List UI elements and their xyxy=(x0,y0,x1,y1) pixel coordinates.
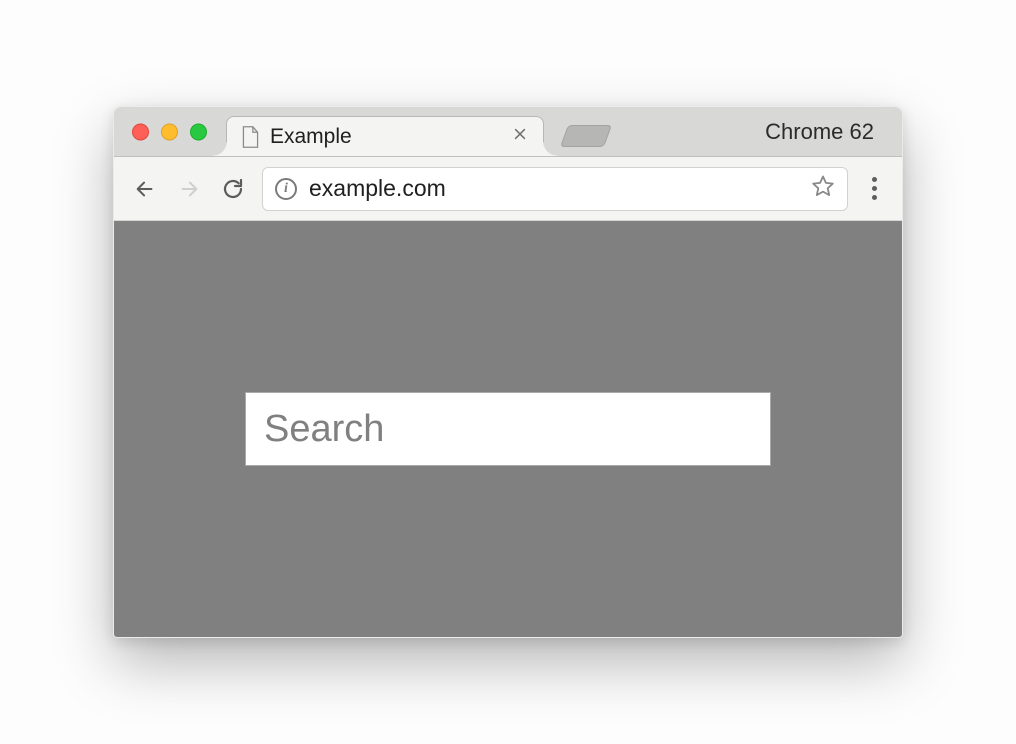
reload-icon xyxy=(221,177,245,201)
tab-title: Example xyxy=(270,125,501,149)
kebab-dot-icon xyxy=(872,177,877,182)
site-info-icon[interactable]: i xyxy=(275,178,297,200)
page-icon xyxy=(241,126,260,148)
forward-button[interactable] xyxy=(174,174,204,204)
tab-holder: Example xyxy=(226,107,608,156)
kebab-dot-icon xyxy=(872,195,877,200)
kebab-dot-icon xyxy=(872,186,877,191)
reload-button[interactable] xyxy=(218,174,248,204)
tab-strip: Example Chrome 62 xyxy=(114,107,902,157)
arrow-left-icon xyxy=(134,178,156,200)
window-minimize-button[interactable] xyxy=(161,123,178,140)
browser-window: Example Chrome 62 i ex xyxy=(113,106,903,638)
menu-button[interactable] xyxy=(862,171,886,206)
window-close-button[interactable] xyxy=(132,123,149,140)
toolbar: i example.com xyxy=(114,157,902,221)
new-tab-button[interactable] xyxy=(560,125,612,147)
browser-tab[interactable]: Example xyxy=(226,116,544,156)
browser-version-label: Chrome 62 xyxy=(765,119,874,145)
page-viewport xyxy=(114,221,902,637)
window-zoom-button[interactable] xyxy=(190,123,207,140)
address-bar[interactable]: i example.com xyxy=(262,167,848,211)
url-text: example.com xyxy=(309,175,799,202)
bookmark-button[interactable] xyxy=(811,174,835,203)
search-input[interactable] xyxy=(245,392,771,466)
arrow-right-icon xyxy=(178,178,200,200)
star-icon xyxy=(811,174,835,198)
back-button[interactable] xyxy=(130,174,160,204)
window-controls xyxy=(132,123,207,140)
close-icon xyxy=(513,127,527,141)
tab-close-button[interactable] xyxy=(511,127,529,146)
